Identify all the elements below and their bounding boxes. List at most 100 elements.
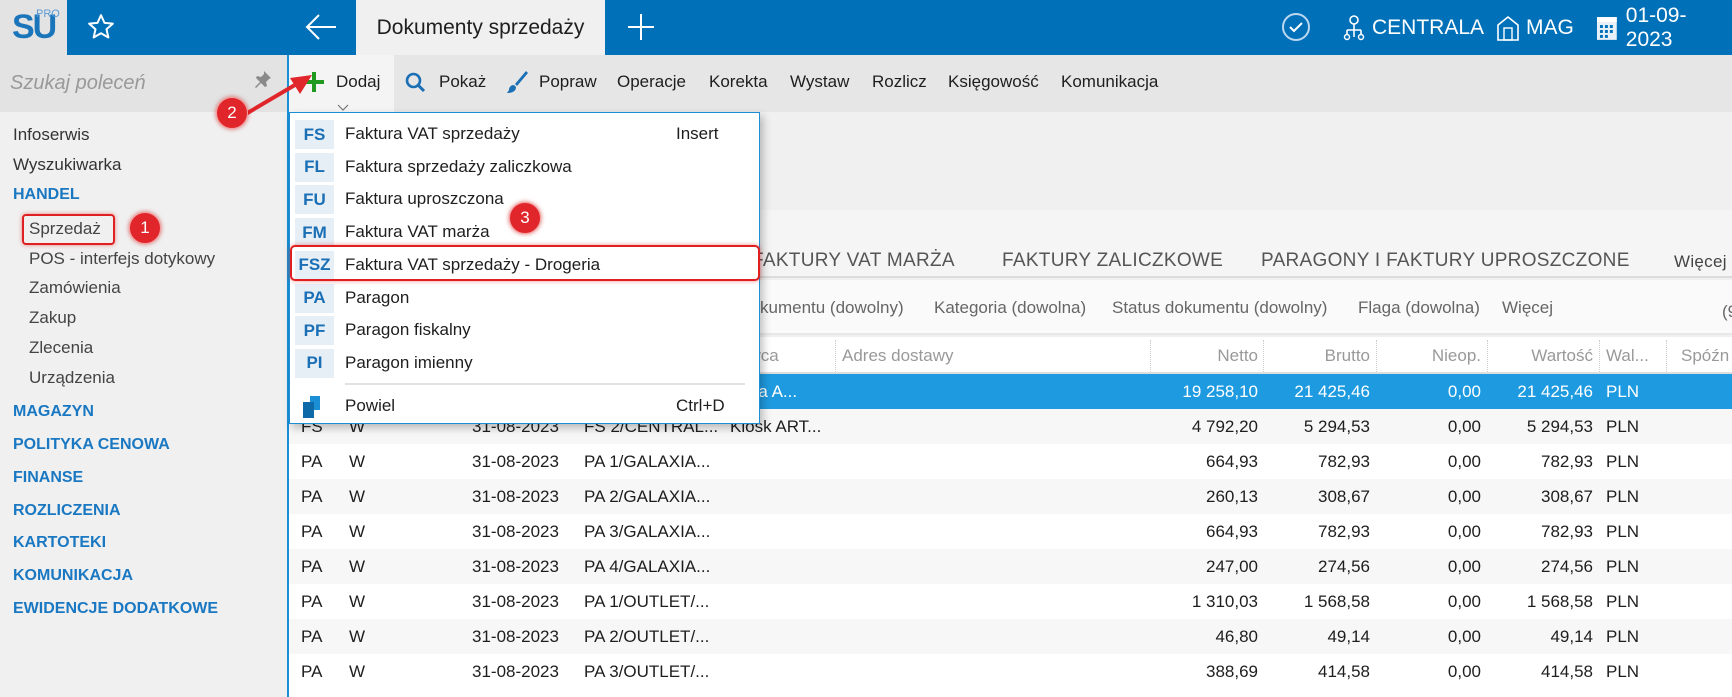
cell-brutto: 782,93: [1318, 522, 1370, 541]
sidebar-item-zakup[interactable]: Zakup: [29, 308, 76, 328]
filter-kategoria[interactable]: Kategoria (dowolna): [934, 298, 1086, 318]
cell-kier: W: [349, 522, 366, 541]
new-tab-plus-icon[interactable]: [627, 13, 655, 46]
org-structure-icon: [1343, 14, 1365, 40]
column-header-spoznienie[interactable]: Spóźn: [1681, 346, 1729, 366]
record-count: (9: [1722, 302, 1732, 321]
korekta-button[interactable]: Korekta: [709, 72, 768, 92]
sidebar-item-wyszukiwarka[interactable]: Wyszukiwarka: [13, 155, 121, 175]
favorites-star-icon[interactable]: [86, 12, 116, 47]
cell-brutto: 1 568,58: [1303, 592, 1370, 611]
table-row[interactable]: PA W 31-08-2023 PA 2/GALAXIA... 260,13 308,67…: [289, 479, 1732, 514]
tab-wiecej[interactable]: Więcej: [1674, 252, 1727, 272]
table-row[interactable]: PA W 31-08-2023 PA 3/OUTLET/... 388,69 414,58…: [289, 654, 1732, 689]
popraw-button[interactable]: Popraw: [539, 72, 597, 92]
column-header-netto[interactable]: Netto: [1150, 346, 1258, 366]
column-header-adres-dostawy[interactable]: Adres dostawy: [842, 346, 954, 366]
cell-typ: PA: [301, 557, 323, 576]
cell-data: 31-08-2023: [472, 452, 559, 471]
table-row[interactable]: PA W 31-08-2023 PA 4/GALAXIA... 247,00 274,56…: [289, 549, 1732, 584]
cell-nieop: 0,00: [1447, 592, 1481, 611]
wystaw-button[interactable]: Wystaw: [790, 72, 849, 92]
sidebar-item-zamowienia[interactable]: Zamówienia: [29, 278, 121, 298]
logo-sup: PRO: [36, 8, 60, 20]
sidebar-section-komunikacja[interactable]: KOMUNIKACJA: [13, 567, 133, 585]
sidebar-section-magazyn[interactable]: MAGAZYN: [13, 403, 94, 421]
menu-item-shortcut: Insert: [676, 124, 719, 143]
sidebar-item-urzadzenia[interactable]: Urządzenia: [29, 368, 115, 388]
sidebar-section-rozliczenia[interactable]: ROZLICZENIA: [13, 502, 121, 520]
komunikacja-button[interactable]: Komunikacja: [1061, 72, 1158, 92]
filter-flaga[interactable]: Flaga (dowolna): [1358, 298, 1480, 318]
cell-netto: 46,80: [1215, 627, 1258, 646]
table-row[interactable]: PA W 31-08-2023 PA 1/OUTLET/... 1 310,03 1 56…: [289, 584, 1732, 619]
operacje-button[interactable]: Operacje: [617, 72, 686, 92]
cell-waluta: PLN: [1606, 557, 1640, 576]
menu-item-pf[interactable]: PF Paragon fiskalny: [290, 314, 759, 346]
cell-nieop: 0,00: [1447, 382, 1481, 401]
cell-kier: W: [349, 627, 366, 646]
menu-item-fl[interactable]: FL Faktura sprzedaży zaliczkowa: [290, 151, 759, 183]
column-header-brutto[interactable]: Brutto: [1263, 346, 1370, 366]
column-header-wartosc[interactable]: Wartość: [1487, 346, 1593, 366]
sidebar-section-kartoteki[interactable]: KARTOTEKI: [13, 534, 106, 552]
sidebar-item-infoserwis[interactable]: Infoserwis: [13, 125, 90, 145]
menu-item-powiel[interactable]: Powiel Ctrl+D: [290, 390, 759, 422]
ksiegowosc-button[interactable]: Księgowość: [948, 72, 1039, 92]
sidebar-section-polityka-cenowa[interactable]: POLITYKA CENOWA: [13, 436, 170, 454]
menu-item-pa[interactable]: PA Paragon: [290, 282, 759, 314]
sidebar-section-ewidencje-dodatkowe[interactable]: EWIDENCJE DODATKOWE: [13, 600, 218, 618]
sidebar-section-finanse[interactable]: FINANSE: [13, 469, 83, 487]
command-search-input[interactable]: [10, 67, 250, 99]
tab-dokumenty-sprzedazy[interactable]: Dokumenty sprzedaży: [356, 0, 605, 55]
table-row[interactable]: PA W 31-08-2023 PA 3/GALAXIA... 664,93 782,93…: [289, 514, 1732, 549]
annotation-badge-3: 3: [509, 202, 541, 234]
warehouse-selector[interactable]: MAG: [1496, 0, 1574, 55]
cell-nieop: 0,00: [1447, 627, 1481, 646]
filter-wiecej[interactable]: Więcej: [1502, 298, 1553, 318]
tab-faktury-vat-marza[interactable]: FAKTURY VAT MARŻA: [752, 250, 955, 272]
warehouse-name: MAG: [1526, 15, 1574, 39]
rozlicz-button[interactable]: Rozlicz: [872, 72, 927, 92]
cell-numer: PA 3/GALAXIA...: [584, 522, 711, 541]
menu-item-fs[interactable]: FS Faktura VAT sprzedaży Insert: [290, 118, 759, 150]
sidebar-item-zlecenia[interactable]: Zlecenia: [29, 338, 93, 358]
cell-netto: 260,13: [1206, 487, 1258, 506]
pokaz-button[interactable]: Pokaż: [439, 72, 486, 92]
table-row[interactable]: PA W 31-08-2023 PA 1/GALAXIA... 664,93 782,93…: [289, 444, 1732, 479]
cell-waluta: PLN: [1606, 452, 1640, 471]
cell-wartosc: 1 568,58: [1526, 592, 1593, 611]
menu-item-pi[interactable]: PI Paragon imienny: [290, 347, 759, 379]
cell-nieop: 0,00: [1447, 522, 1481, 541]
cell-typ: PA: [301, 627, 323, 646]
cell-brutto: 21 425,46: [1294, 382, 1370, 401]
dodaj-label[interactable]: Dodaj: [336, 72, 380, 92]
company-selector[interactable]: CENTRALA: [1342, 0, 1484, 55]
cell-netto: 664,93: [1206, 452, 1258, 471]
document-code-badge: FL: [295, 152, 334, 182]
cell-typ: PA: [301, 592, 323, 611]
menu-item-label: Faktura VAT sprzedaży: [345, 124, 520, 143]
cell-nieop: 0,00: [1447, 662, 1481, 681]
cell-data: 31-08-2023: [472, 627, 559, 646]
tab-faktury-zaliczkowe[interactable]: FAKTURY ZALICZKOWE: [1002, 250, 1223, 272]
cell-netto: 19 258,10: [1182, 382, 1258, 401]
highlight-fsz-item: [290, 245, 760, 281]
column-header-waluta[interactable]: Wal...: [1606, 346, 1649, 366]
cell-brutto: 5 294,53: [1303, 417, 1370, 436]
date-selector[interactable]: 01-09-2023: [1596, 0, 1732, 55]
cell-nieop: 0,00: [1447, 417, 1481, 436]
table-row[interactable]: PA W 31-08-2023 PA 2/OUTLET/... 46,80 49,14 0,…: [289, 619, 1732, 654]
column-header-nieop[interactable]: Nieop.: [1376, 346, 1481, 366]
filter-document-type[interactable]: kumentu (dowolny): [760, 298, 904, 318]
tab-paragony-faktury-uproszczone[interactable]: PARAGONY I FAKTURY UPROSZCZONE: [1261, 250, 1630, 272]
cell-waluta: PLN: [1606, 417, 1640, 436]
filter-status[interactable]: Status dokumentu (dowolny): [1112, 298, 1327, 318]
status-check-icon[interactable]: [1281, 12, 1311, 47]
cell-data: 31-08-2023: [472, 487, 559, 506]
back-arrow-icon[interactable]: [304, 12, 338, 47]
annotation-arrow-icon: [242, 75, 312, 117]
sidebar-item-pos[interactable]: POS - interfejs dotykowy: [29, 249, 215, 269]
sidebar-section-handel[interactable]: HANDEL: [13, 186, 80, 204]
cell-wartosc: 21 425,46: [1517, 382, 1593, 401]
